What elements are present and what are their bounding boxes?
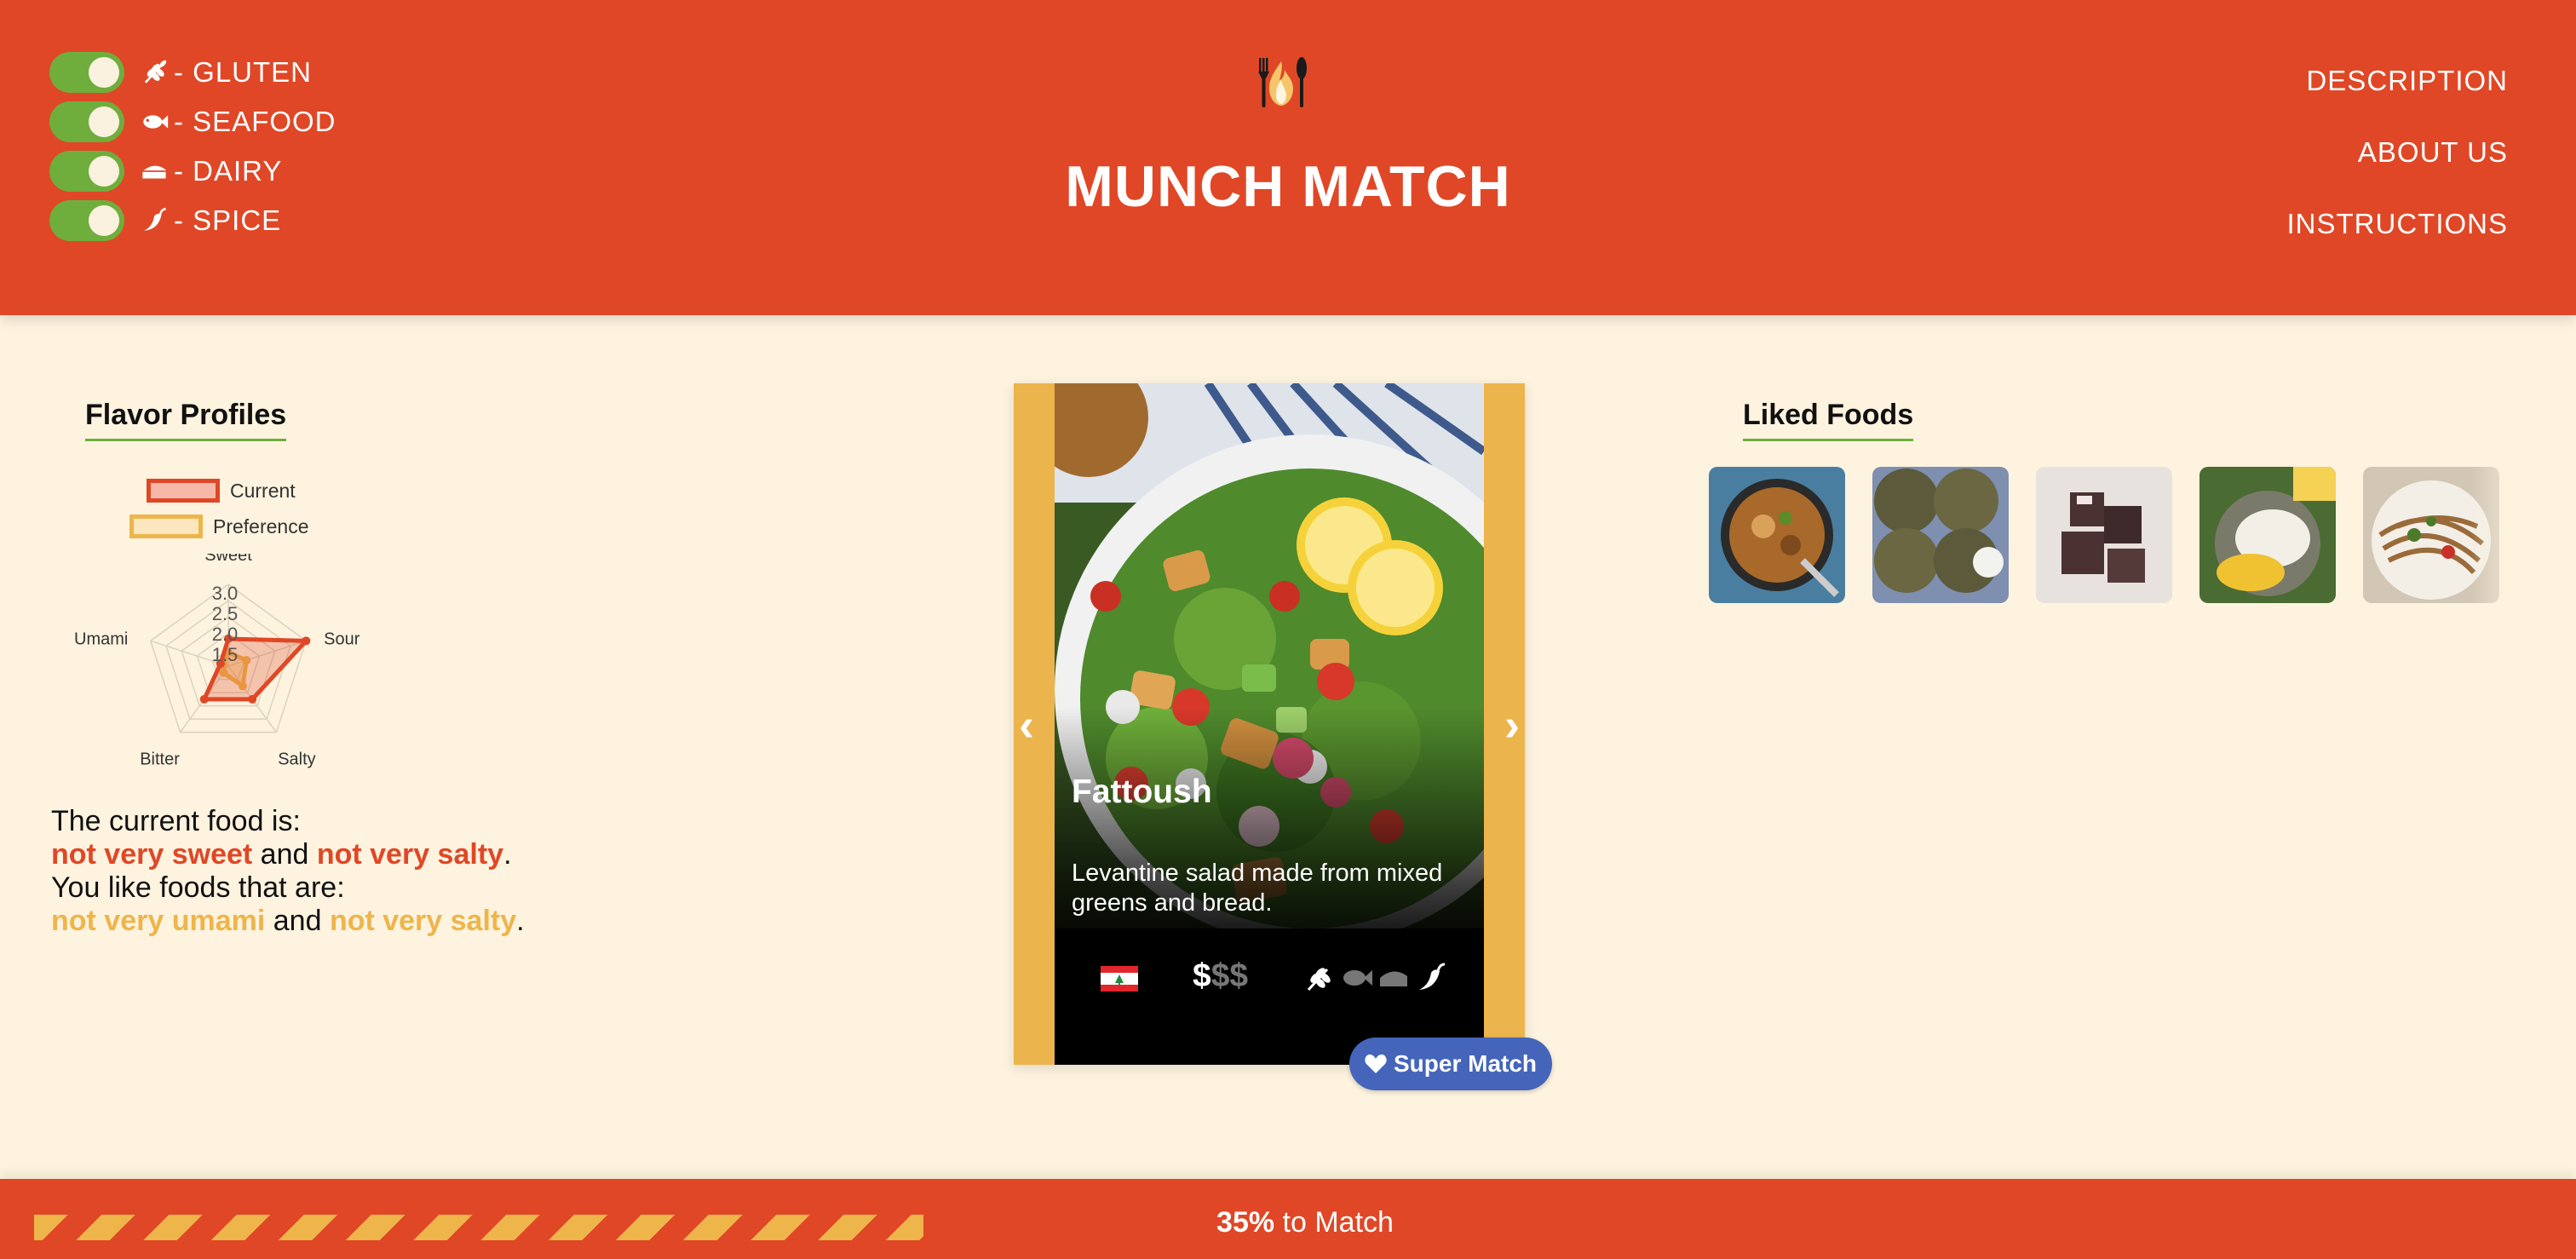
progress-percent: 35% bbox=[1216, 1206, 1275, 1239]
summary-line-preference: not very umami and not very salty. bbox=[51, 905, 525, 938]
filter-label: - DAIRY bbox=[174, 155, 283, 187]
liked-food-thumb[interactable] bbox=[2036, 467, 2172, 603]
food-description: Levantine salad made from mixed greens a… bbox=[1072, 859, 1443, 917]
flavor-radar-chart: 3.02.52.01.5 Sweet Sour Salty Bitter Umami bbox=[74, 554, 360, 769]
liked-fade-right bbox=[2470, 460, 2539, 664]
nav-about-us[interactable]: ABOUT US bbox=[2287, 136, 2509, 169]
fish-icon bbox=[140, 107, 169, 136]
wheat-icon bbox=[1307, 968, 1331, 992]
liked-fade-bottom bbox=[1709, 622, 2535, 681]
filter-seafood: - SEAFOOD bbox=[49, 97, 336, 147]
match-progress-bar bbox=[34, 1215, 923, 1240]
pepper-icon bbox=[140, 206, 169, 235]
radar-axis-label: Bitter bbox=[140, 750, 180, 769]
allergen-icons bbox=[1302, 961, 1448, 995]
legend-swatch-preference bbox=[129, 515, 203, 538]
filter-gluten: - GLUTEN bbox=[49, 48, 336, 97]
super-match-label: Super Match bbox=[1393, 1050, 1538, 1077]
summary-line-pref-intro: You like foods that are: bbox=[51, 871, 345, 904]
summary-line-current: not very sweet and not very salty. bbox=[51, 838, 525, 871]
liked-food-thumb[interactable] bbox=[2199, 467, 2336, 603]
radar-tick-label: 3.0 bbox=[212, 583, 239, 604]
radar-axis-label: Salty bbox=[278, 750, 315, 769]
price-active: $ bbox=[1193, 957, 1211, 994]
flavor-profiles-title: Flavor Profiles bbox=[85, 399, 287, 441]
radar-point-current bbox=[248, 694, 257, 704]
legend-current: Current bbox=[147, 479, 309, 503]
header: - GLUTEN - SEAFOOD - DAIRY - SPICE MUNCH… bbox=[0, 0, 2576, 315]
radar-tick-label: 1.5 bbox=[212, 644, 239, 665]
price-inactive: $$ bbox=[1210, 957, 1249, 994]
radar-tick-label: 2.5 bbox=[212, 603, 239, 624]
toggle-knob bbox=[89, 106, 119, 137]
gluten-toggle[interactable] bbox=[49, 52, 124, 93]
toggle-knob bbox=[89, 205, 119, 236]
fork-knife-flame-icon bbox=[1258, 57, 1307, 107]
pref-trait-2: not very salty bbox=[329, 905, 517, 937]
flavor-summary: The current food is: not very sweet and … bbox=[51, 805, 525, 938]
food-meta: $$$ bbox=[1055, 952, 1484, 1000]
price-level: $$$ bbox=[1193, 957, 1248, 995]
wheat-icon bbox=[140, 58, 169, 87]
legend-label-current: Current bbox=[230, 479, 296, 502]
toggle-knob bbox=[89, 156, 119, 187]
chart-legend: Current Preference bbox=[129, 479, 309, 550]
match-progress-footer: 35% to Match bbox=[0, 1179, 2576, 1259]
filter-label: - GLUTEN bbox=[174, 56, 313, 88]
heart-icon bbox=[1365, 1054, 1387, 1073]
filter-label: - SPICE bbox=[174, 204, 282, 236]
summary-and: and bbox=[252, 838, 317, 871]
radar-axis-label: Sour bbox=[324, 630, 360, 648]
nav-instructions[interactable]: INSTRUCTIONS bbox=[2287, 208, 2509, 240]
legend-label-preference: Preference bbox=[213, 515, 309, 538]
allergen-filters: - GLUTEN - SEAFOOD - DAIRY - SPICE bbox=[49, 48, 336, 245]
food-card[interactable]: Fattoush Levantine salad made from mixed… bbox=[1055, 383, 1484, 1065]
current-trait-2: not very salty bbox=[316, 838, 504, 871]
toggle-knob bbox=[89, 57, 119, 88]
nav-description[interactable]: DESCRIPTION bbox=[2287, 65, 2509, 97]
filter-label: - SEAFOOD bbox=[174, 106, 336, 137]
next-arrow[interactable]: › bbox=[1504, 698, 1520, 751]
seafood-toggle[interactable] bbox=[49, 101, 124, 142]
current-trait-1: not very sweet bbox=[51, 838, 253, 871]
summary-period: . bbox=[516, 905, 525, 937]
liked-food-thumb[interactable] bbox=[1872, 467, 2009, 603]
summary-period: . bbox=[503, 838, 512, 871]
filter-dairy: - DAIRY bbox=[49, 147, 336, 196]
radar-point-current bbox=[199, 694, 209, 704]
prev-arrow[interactable]: ‹ bbox=[1019, 698, 1034, 751]
main-nav: DESCRIPTION ABOUT US INSTRUCTIONS bbox=[2287, 65, 2509, 279]
legend-preference: Preference bbox=[129, 515, 309, 538]
filter-spice: - SPICE bbox=[49, 196, 336, 245]
fish-icon bbox=[1343, 970, 1372, 986]
summary-and: and bbox=[265, 905, 330, 937]
app-title: MUNCH MATCH bbox=[1065, 154, 1511, 219]
cheese-icon bbox=[1380, 971, 1407, 986]
radar-axis-label: Umami bbox=[74, 630, 128, 648]
food-name: Fattoush bbox=[1072, 773, 1212, 810]
pref-trait-1: not very umami bbox=[51, 905, 266, 937]
progress-suffix: to Match bbox=[1274, 1206, 1394, 1239]
radar-point-current bbox=[302, 636, 311, 646]
cheese-icon bbox=[140, 157, 169, 186]
spice-toggle[interactable] bbox=[49, 200, 124, 241]
liked-foods-title: Liked Foods bbox=[1743, 399, 1914, 441]
super-match-button[interactable]: Super Match bbox=[1349, 1038, 1552, 1090]
liked-food-thumb[interactable] bbox=[1709, 467, 1845, 603]
dairy-toggle[interactable] bbox=[49, 151, 124, 192]
match-progress-text: 35% to Match bbox=[1118, 1206, 1492, 1239]
food-card-frame: ‹ › Fattoush Levantine salad made from m… bbox=[1014, 383, 1525, 1065]
pepper-icon bbox=[1419, 963, 1446, 990]
card-gradient bbox=[1055, 707, 1484, 963]
summary-line-current-intro: The current food is: bbox=[51, 805, 301, 837]
lebanon-flag-icon bbox=[1101, 966, 1138, 992]
legend-swatch-current bbox=[147, 479, 220, 503]
radar-axis-label: Sweet bbox=[204, 554, 252, 565]
radar-tick-label: 2.0 bbox=[212, 624, 239, 645]
